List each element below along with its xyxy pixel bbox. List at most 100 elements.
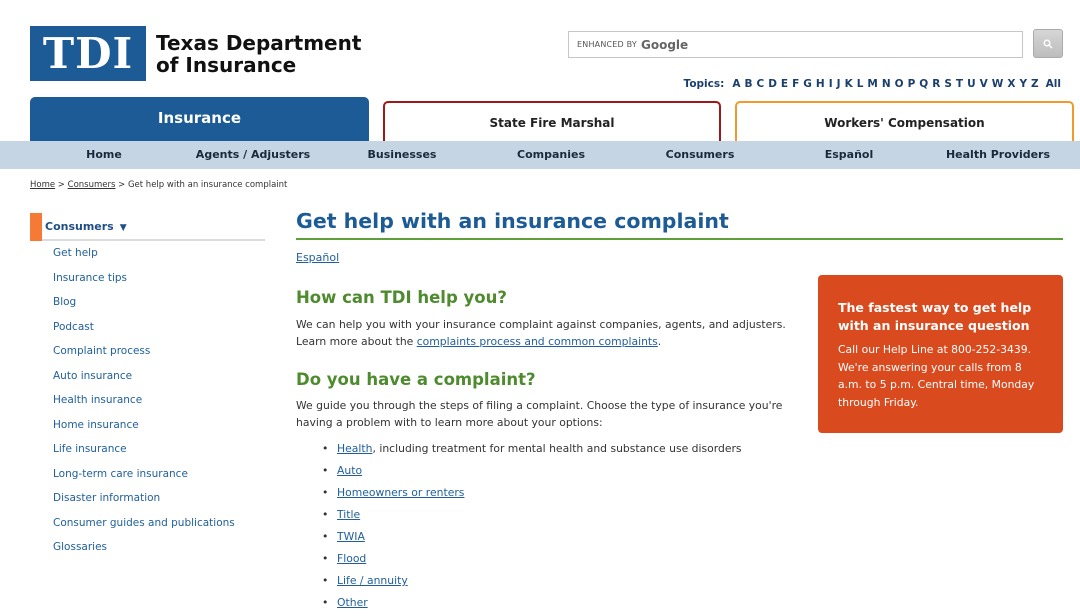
option-life-annuity-link[interactable]: Life / annuity bbox=[337, 574, 408, 587]
nav-companies[interactable]: Companies bbox=[517, 141, 585, 169]
sidebar-item-life-insurance[interactable]: Life insurance bbox=[53, 442, 235, 467]
list-item: • Life / annuity bbox=[322, 573, 742, 595]
topic-letter-j[interactable]: J bbox=[837, 78, 841, 90]
section-heading-how-can-tdi-help: How can TDI help you? bbox=[296, 288, 507, 307]
option-auto-link[interactable]: Auto bbox=[337, 464, 362, 477]
topic-letter-b[interactable]: B bbox=[744, 78, 752, 90]
nav-agents-adjusters[interactable]: Agents / Adjusters bbox=[196, 141, 310, 169]
topics-all-link[interactable]: All bbox=[1046, 78, 1061, 90]
topic-letter-a[interactable]: A bbox=[732, 78, 740, 90]
topic-letter-o[interactable]: O bbox=[895, 78, 904, 90]
topic-letter-f[interactable]: F bbox=[792, 78, 799, 90]
bullet-icon: • bbox=[322, 464, 329, 477]
sidebar-item-auto-insurance[interactable]: Auto insurance bbox=[53, 369, 235, 394]
sidebar-item-home-insurance[interactable]: Home insurance bbox=[53, 418, 235, 443]
topic-letter-l[interactable]: L bbox=[857, 78, 864, 90]
topics-label: Topics: bbox=[683, 78, 725, 90]
agency-name[interactable]: Texas Department of Insurance bbox=[156, 32, 361, 76]
tab-state-fire-marshal[interactable]: State Fire Marshal bbox=[383, 101, 721, 141]
topic-letter-y[interactable]: Y bbox=[1019, 78, 1027, 90]
option-health-detail: , including treatment for mental health … bbox=[372, 442, 742, 455]
search-enhanced-label: ENHANCED BY bbox=[577, 40, 637, 49]
sidebar-item-complaint-process[interactable]: Complaint process bbox=[53, 344, 235, 369]
breadcrumb-consumers[interactable]: Consumers bbox=[68, 180, 116, 190]
sidebar-item-health-insurance[interactable]: Health insurance bbox=[53, 393, 235, 418]
topic-letter-w[interactable]: W bbox=[992, 78, 1004, 90]
breadcrumb-separator: > bbox=[115, 180, 128, 190]
sidebar-item-podcast[interactable]: Podcast bbox=[53, 320, 235, 345]
bullet-icon: • bbox=[322, 574, 329, 587]
complaint-type-list: • Health, including treatment for mental … bbox=[322, 441, 742, 616]
tab-workers-compensation[interactable]: Workers' Compensation bbox=[735, 101, 1074, 141]
tab-insurance[interactable]: Insurance bbox=[30, 97, 369, 141]
list-item: • Flood bbox=[322, 551, 742, 573]
help-line-callout: The fastest way to get help with an insu… bbox=[818, 275, 1063, 433]
agency-name-line2: of Insurance bbox=[156, 53, 297, 77]
callout-heading: The fastest way to get help with an insu… bbox=[838, 300, 1032, 333]
callout-body: Call our Help Line at 800-252-3439. We'r… bbox=[838, 343, 1035, 409]
nav-health-providers[interactable]: Health Providers bbox=[946, 141, 1050, 169]
tdi-logo[interactable]: TDI bbox=[30, 26, 146, 81]
topic-letter-m[interactable]: M bbox=[867, 78, 877, 90]
sidebar-item-long-term-care[interactable]: Long-term care insurance bbox=[53, 467, 235, 492]
list-item: • Homeowners or renters bbox=[322, 485, 742, 507]
option-other-link[interactable]: Other bbox=[337, 596, 368, 609]
topic-letter-g[interactable]: G bbox=[803, 78, 812, 90]
list-item: • Title bbox=[322, 507, 742, 529]
topic-letter-e[interactable]: E bbox=[781, 78, 788, 90]
breadcrumb-separator: > bbox=[55, 180, 68, 190]
sidebar-item-glossaries[interactable]: Glossaries bbox=[53, 540, 235, 565]
search-input[interactable]: ENHANCED BY Google bbox=[568, 31, 1023, 58]
sidebar-title: Consumers bbox=[45, 220, 114, 233]
bullet-icon: • bbox=[322, 486, 329, 499]
topic-letter-z[interactable]: Z bbox=[1031, 78, 1039, 90]
sidebar-item-disaster-information[interactable]: Disaster information bbox=[53, 491, 235, 516]
main-nav: Home Agents / Adjusters Businesses Compa… bbox=[0, 141, 1080, 169]
sidebar-item-blog[interactable]: Blog bbox=[53, 295, 235, 320]
topic-letter-r[interactable]: R bbox=[932, 78, 940, 90]
topic-letter-h[interactable]: H bbox=[816, 78, 825, 90]
topic-letter-k[interactable]: K bbox=[845, 78, 853, 90]
nav-businesses[interactable]: Businesses bbox=[368, 141, 437, 169]
sidebar-header[interactable]: Consumers ▼ bbox=[30, 213, 265, 241]
section-text-how-can-tdi-help: We can help you with your insurance comp… bbox=[296, 316, 796, 350]
breadcrumb-home[interactable]: Home bbox=[30, 180, 55, 190]
topic-letter-q[interactable]: Q bbox=[919, 78, 928, 90]
bullet-icon: • bbox=[322, 596, 329, 609]
topic-letter-n[interactable]: N bbox=[882, 78, 891, 90]
breadcrumb: Home > Consumers > Get help with an insu… bbox=[30, 180, 287, 190]
complaints-process-link[interactable]: complaints process and common complaints bbox=[417, 335, 658, 348]
sidebar-item-get-help[interactable]: Get help bbox=[53, 246, 235, 271]
sidebar-menu: Get help Insurance tips Blog Podcast Com… bbox=[53, 246, 235, 565]
option-health-link[interactable]: Health bbox=[337, 442, 372, 455]
topic-letter-u[interactable]: U bbox=[967, 78, 976, 90]
bullet-icon: • bbox=[322, 442, 329, 455]
section-heading-do-you-have-complaint: Do you have a complaint? bbox=[296, 370, 536, 389]
topic-letter-c[interactable]: C bbox=[756, 78, 764, 90]
option-flood-link[interactable]: Flood bbox=[337, 552, 366, 565]
topic-letter-i[interactable]: I bbox=[829, 78, 833, 90]
nav-home[interactable]: Home bbox=[86, 141, 122, 169]
list-item: • Health, including treatment for mental … bbox=[322, 441, 742, 463]
breadcrumb-current: Get help with an insurance complaint bbox=[127, 180, 288, 190]
topic-letter-t[interactable]: T bbox=[956, 78, 963, 90]
option-title-link[interactable]: Title bbox=[337, 508, 360, 521]
search-icon bbox=[1043, 39, 1053, 49]
option-twia-link[interactable]: TWIA bbox=[337, 530, 365, 543]
sidebar-item-consumer-guides[interactable]: Consumer guides and publications bbox=[53, 516, 235, 541]
topic-letter-s[interactable]: S bbox=[944, 78, 952, 90]
nav-consumers[interactable]: Consumers bbox=[666, 141, 735, 169]
espanol-link[interactable]: Español bbox=[296, 251, 339, 264]
list-item: • TWIA bbox=[322, 529, 742, 551]
topic-letter-v[interactable]: V bbox=[980, 78, 988, 90]
search-button[interactable] bbox=[1033, 29, 1063, 58]
topic-letter-x[interactable]: X bbox=[1007, 78, 1015, 90]
sidebar-item-insurance-tips[interactable]: Insurance tips bbox=[53, 271, 235, 296]
bullet-icon: • bbox=[322, 508, 329, 521]
topic-letter-d[interactable]: D bbox=[768, 78, 777, 90]
topic-letter-p[interactable]: P bbox=[908, 78, 916, 90]
option-homeowners-link[interactable]: Homeowners or renters bbox=[337, 486, 464, 499]
nav-espanol[interactable]: Español bbox=[825, 141, 874, 169]
sidebar-accent-bar bbox=[30, 213, 42, 241]
section-text-do-you-have-complaint: We guide you through the steps of filing… bbox=[296, 399, 783, 429]
